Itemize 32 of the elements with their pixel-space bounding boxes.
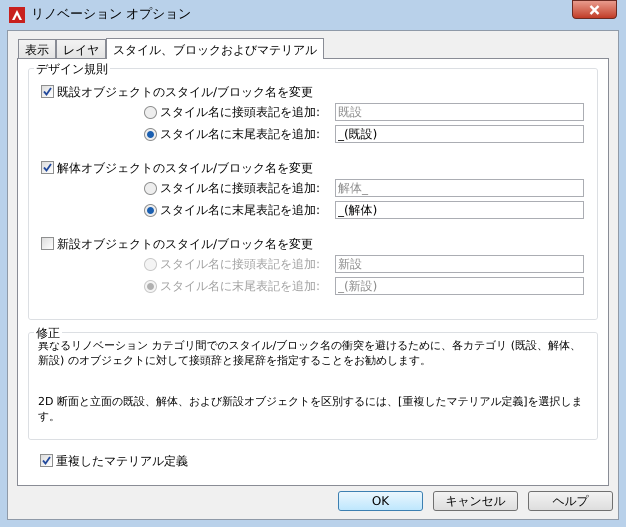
checkbox-label[interactable]: 解体オブジェクトのスタイル/ブロック名を変更: [41, 159, 585, 176]
dialog-button[interactable]: キャンセル: [433, 491, 518, 511]
dialog-button[interactable]: OK: [338, 491, 423, 511]
tab[interactable]: 表示: [18, 39, 56, 58]
dialog-button[interactable]: ヘルプ: [528, 491, 613, 511]
radio-button[interactable]: [144, 204, 157, 216]
app-logo-icon: [9, 7, 25, 23]
checkbox[interactable]: [40, 454, 53, 467]
window-title: リノベーション オプション: [31, 6, 192, 24]
close-icon: [589, 4, 600, 14]
radio-button[interactable]: [144, 128, 157, 140]
checkbox-label[interactable]: 新設オブジェクトのスタイル/ブロック名を変更: [41, 235, 585, 252]
input-field[interactable]: _(既設): [335, 125, 584, 143]
radio-label: スタイル名に接頭表記を追加:: [160, 104, 320, 121]
close-button[interactable]: [572, 0, 617, 19]
radio-label: スタイル名に末尾表記を追加:: [160, 202, 320, 219]
note-text: 2D 断面と立面の既設、解体、および新設オブジェクトを区別するには、[重複したマテリアル定義]を選択します。: [38, 394, 584, 424]
tab[interactable]: スタイル、ブロックおよびマテリアル: [106, 38, 324, 59]
radio-button[interactable]: [144, 106, 157, 118]
checkbox[interactable]: [41, 85, 54, 98]
checkbox[interactable]: [41, 161, 54, 174]
checkbox-label[interactable]: 重複したマテリアル定義: [40, 452, 598, 469]
radio-button[interactable]: [144, 182, 157, 194]
radio-label: スタイル名に接頭表記を追加:: [160, 180, 320, 197]
checkbox[interactable]: [41, 237, 54, 250]
radio-label: スタイル名に接頭表記を追加:: [160, 256, 320, 273]
radio-label: スタイル名に末尾表記を追加:: [160, 126, 320, 143]
group-title: デザイン規則: [34, 60, 110, 78]
radio-label: スタイル名に末尾表記を追加:: [160, 278, 320, 295]
input-field[interactable]: _(解体): [335, 201, 584, 219]
checkbox-label[interactable]: 既設オブジェクトのスタイル/ブロック名を変更: [41, 83, 585, 100]
tab[interactable]: レイヤ: [56, 39, 106, 58]
